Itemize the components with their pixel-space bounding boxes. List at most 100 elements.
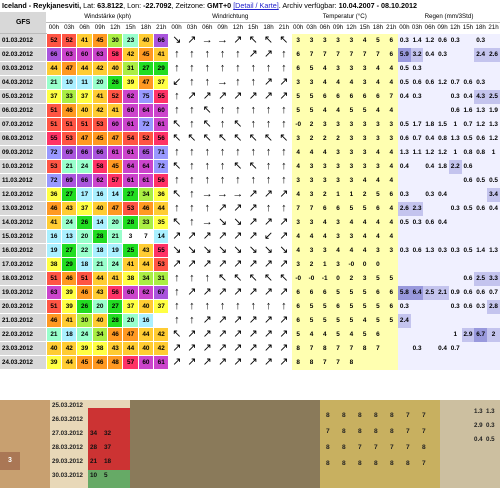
row-date[interactable]: 08.03.2012 [0,131,47,146]
wind-arrow-icon: ↑ [184,313,200,328]
rain-cell: 0.5 [461,201,475,216]
wind-arrow-icon: ↑ [199,61,215,76]
wind-speed-cell: 41 [61,313,78,328]
rain-cell: 1.3 [423,243,437,258]
row-date[interactable]: 21.03.2012 [0,313,47,328]
temperature-cell: 4 [371,75,385,90]
wind-arrow-icon: ↘ [230,243,246,258]
row-date[interactable]: 13.03.2012 [0,201,47,216]
row-date[interactable]: 22.03.2012 [0,327,47,342]
temperature-cell: 4 [358,173,372,188]
temperature-cell: 3 [331,61,345,76]
row-date[interactable]: 07.03.2012 [0,117,47,132]
wind-arrow-icon: ↖ [260,271,277,286]
rain-cell: 0.6 [461,285,475,300]
temperature-cell: 5 [291,89,305,104]
wind-speed-cell: 44 [153,201,170,216]
row-date[interactable]: 20.03.2012 [0,299,47,314]
temperature-cell: 5 [371,187,385,202]
wind-speed-cell: 29 [61,257,78,272]
rain-cell: 0.4 [398,159,411,174]
rain-cell [474,159,488,174]
rain-cell: 0.6 [410,75,424,90]
row-date[interactable]: 04.03.2012 [0,75,47,90]
wind-speed-cell: 69 [61,145,78,160]
rain-cell: 2 [487,327,500,342]
row-date[interactable]: 02.03.2012 [0,47,47,62]
wind-arrow-icon: ↗ [184,89,200,104]
rain-cell: 0.3 [474,75,488,90]
wind-arrow-icon: ↑ [230,61,246,76]
rain-cell [423,327,437,342]
lon-value: -22.7092 [143,1,172,10]
rain-cell [448,257,462,272]
row-date[interactable]: 09.03.2012 [0,145,47,160]
wind-arrow-icon: ↑ [276,299,292,314]
row-date[interactable]: 05.03.2012 [0,89,47,104]
rain-cell: 0.4 [423,47,437,62]
wind-speed-cell: 16 [45,229,63,244]
row-date[interactable]: 11.03.2012 [0,173,47,188]
wind-arrow-icon: ↑ [245,299,261,314]
rain-cell: 0.5 [487,173,500,188]
rain-cell [436,327,449,342]
temperature-cell: 6 [384,187,398,202]
row-date[interactable]: 19.03.2012 [0,285,47,300]
detail-map-link[interactable]: [Detail / Karte] [233,1,279,10]
wind-speed-cell: 53 [45,159,63,174]
wind-arrow-icon: ↗ [214,89,231,104]
wind-arrow-icon: ↑ [168,61,185,76]
row-date[interactable]: 12.03.2012 [0,187,47,202]
temperature-cell: 0 [371,257,385,272]
temperature-cell: 5 [304,103,319,118]
rain-cell: 0.3 [398,187,411,202]
row-date[interactable]: 01.03.2012 [0,33,47,48]
row-date[interactable]: 15.03.2012 [0,229,47,244]
rain-cell: 2.5 [487,89,500,104]
wind-arrow-icon: ↑ [184,103,200,118]
wind-speed-cell: 20 [91,299,109,314]
rain-cell [474,229,488,244]
wind-speed-cell: 51 [45,299,63,314]
wind-speed-cell: 26 [107,75,124,90]
wind-arrow-icon: ↑ [199,47,215,62]
temperature-cell: 4 [384,61,398,76]
wind-speed-cell: 43 [91,285,109,300]
rain-cell [398,103,411,118]
row-date[interactable]: 23.03.2012 [0,341,47,356]
rain-cell [436,229,449,244]
forecast-row: 04.03.2012 21 10 11 20 26 39 47 37 ↙ ↑ ↑ → ↑ ↑ ↗ ↗ 3 3 4 4 4 3… [0,75,500,90]
wind-speed-cell: 61 [153,117,170,132]
temperature-cell: 3 [304,159,319,174]
temperature-cell: 4 [384,75,398,90]
rain-cell: 1.3 [487,243,500,258]
row-date[interactable]: 06.03.2012 [0,103,47,118]
temperature-cell: 7 [358,47,372,62]
wind-speed-cell: 38 [91,341,109,356]
row-date[interactable]: 14.03.2012 [0,215,47,230]
rain-cell: 0.6 [423,75,437,90]
row-date[interactable]: 10.03.2012 [0,159,47,174]
wind-arrow-icon: ↑ [214,299,231,314]
row-date[interactable]: 16.03.2012 [0,243,47,258]
wind-arrow-icon: ↗ [276,257,292,272]
wind-speed-cell: 24 [61,215,78,230]
temperature-cell: 4 [371,61,385,76]
rain-cell: 0.4 [487,201,500,216]
row-date[interactable]: 18.03.2012 [0,271,47,286]
wind-speed-cell: 40 [137,33,155,48]
lower-temperature: 8 [342,460,346,467]
wind-arrow-icon: ↗ [276,313,292,328]
temperature-cell: 4 [384,103,398,118]
rain-cell: 0.4 [436,341,449,356]
row-date[interactable]: 24.03.2012 [0,355,47,370]
rain-cell [461,229,475,244]
wind-speed-cell: 42 [153,327,170,342]
row-date[interactable]: 17.03.2012 [0,257,47,272]
temperature-cell: 6 [384,285,398,300]
wind-arrow-icon: ↑ [168,103,185,118]
rain-cell [410,229,424,244]
wind-arrow-icon: ↑ [260,103,277,118]
wind-arrow-icon: ↗ [199,257,215,272]
row-date[interactable]: 03.03.2012 [0,61,47,76]
